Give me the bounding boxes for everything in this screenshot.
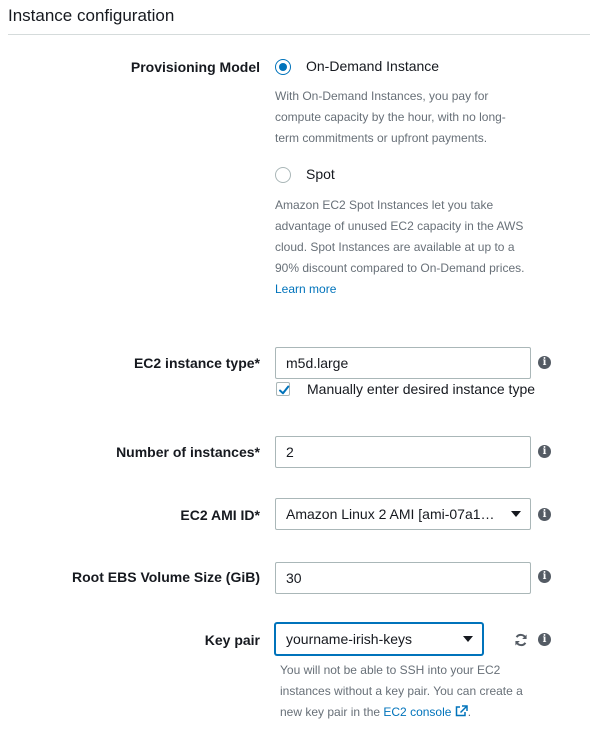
root-volume-input[interactable]: 30 bbox=[275, 562, 531, 594]
on-demand-radio[interactable] bbox=[275, 59, 291, 75]
on-demand-description: With On-Demand Instances, you pay for co… bbox=[275, 86, 506, 149]
key-pair-help-line: new key pair in the EC2 console . bbox=[280, 702, 523, 723]
refresh-icon[interactable] bbox=[514, 633, 528, 647]
on-demand-desc-line: With On-Demand Instances, you pay for bbox=[275, 89, 489, 103]
manual-instance-type-label[interactable]: Manually enter desired instance type bbox=[307, 381, 535, 397]
spot-desc-line: advantage of unused EC2 capacity in the … bbox=[275, 219, 524, 233]
key-pair-select[interactable]: yourname-irish-keys bbox=[275, 623, 483, 655]
on-demand-desc-line: compute capacity by the hour, with no lo… bbox=[275, 110, 506, 124]
info-icon[interactable]: i bbox=[538, 445, 551, 458]
spot-radio-label[interactable]: Spot bbox=[306, 166, 335, 182]
num-instances-label: Number of instances* bbox=[116, 444, 260, 460]
ami-id-select[interactable]: Amazon Linux 2 AMI [ami-07a1… bbox=[275, 498, 531, 530]
num-instances-input[interactable]: 2 bbox=[275, 436, 531, 468]
info-icon[interactable]: i bbox=[538, 356, 551, 369]
provisioning-model-label: Provisioning Model bbox=[130, 59, 260, 75]
ec2-console-link[interactable]: EC2 console bbox=[383, 705, 468, 719]
ami-id-value: Amazon Linux 2 AMI [ami-07a1… bbox=[286, 506, 495, 522]
key-pair-help-line: You will not be able to SSH into your EC… bbox=[280, 663, 501, 677]
spot-desc-line: cloud. Spot Instances are available at u… bbox=[275, 240, 515, 254]
spot-radio[interactable] bbox=[275, 167, 291, 183]
on-demand-desc-line: term commitments or upfront payments. bbox=[275, 131, 488, 145]
key-pair-label: Key pair bbox=[204, 632, 260, 648]
info-icon[interactable]: i bbox=[538, 570, 551, 583]
section-divider bbox=[8, 34, 590, 35]
info-icon[interactable]: i bbox=[538, 633, 551, 646]
spot-desc-line: 90% discount compared to On-Demand price… bbox=[275, 261, 525, 275]
learn-more-link[interactable]: Learn more bbox=[275, 282, 336, 296]
key-pair-help-line: instances without a key pair. You can cr… bbox=[280, 684, 523, 698]
section-title: Instance configuration bbox=[8, 6, 175, 25]
on-demand-radio-label[interactable]: On-Demand Instance bbox=[306, 58, 439, 74]
external-link-icon bbox=[455, 705, 468, 717]
spot-desc-line: Amazon EC2 Spot Instances let you take bbox=[275, 198, 494, 212]
instance-type-input[interactable]: m5d.large bbox=[275, 347, 531, 379]
ec2-console-link-text[interactable]: EC2 console bbox=[383, 705, 451, 719]
key-pair-help: You will not be able to SSH into your EC… bbox=[280, 660, 523, 723]
spot-description: Amazon EC2 Spot Instances let you take a… bbox=[275, 195, 524, 300]
root-volume-label: Root EBS Volume Size (GiB) bbox=[72, 569, 260, 585]
key-pair-help-suffix: . bbox=[467, 705, 472, 719]
ami-id-label: EC2 AMI ID* bbox=[180, 507, 260, 523]
check-icon bbox=[279, 385, 290, 395]
info-icon[interactable]: i bbox=[538, 508, 551, 521]
key-pair-help-prefix: new key pair in the bbox=[280, 705, 384, 719]
instance-type-label: EC2 instance type* bbox=[133, 355, 260, 371]
chevron-down-icon bbox=[511, 511, 521, 517]
chevron-down-icon bbox=[463, 636, 473, 642]
key-pair-value: yourname-irish-keys bbox=[286, 631, 413, 647]
manual-instance-type-checkbox[interactable] bbox=[276, 382, 290, 396]
